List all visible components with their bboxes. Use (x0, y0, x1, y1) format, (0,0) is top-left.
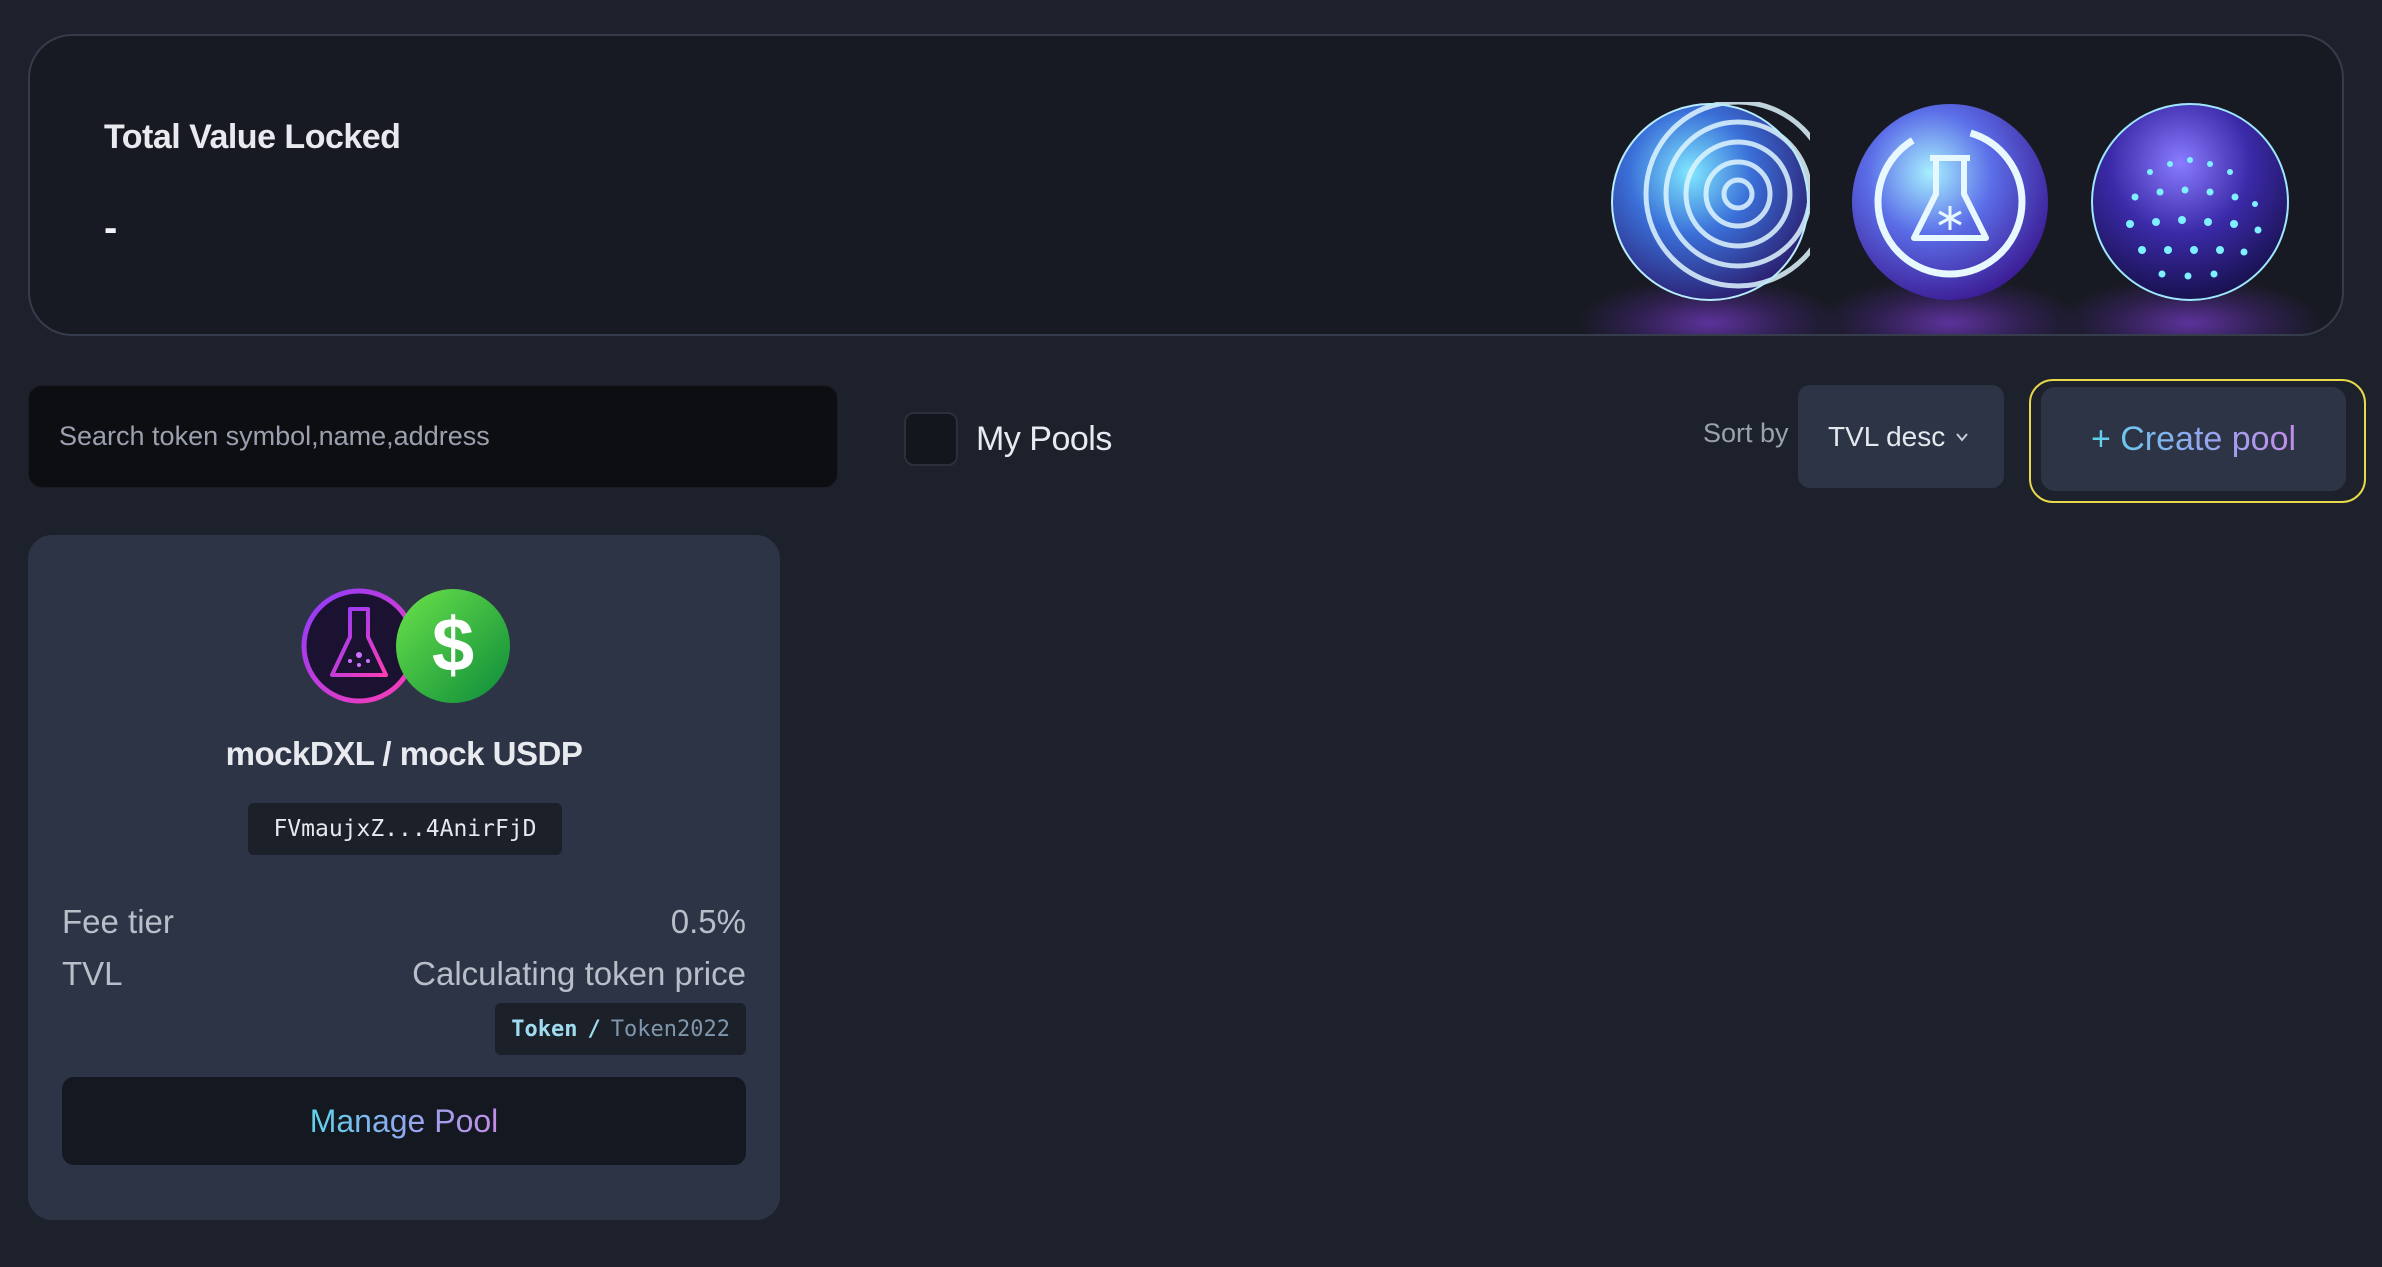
concentric-ripple-orb-icon (1580, 102, 1840, 334)
my-pools-toggle[interactable]: My Pools (904, 412, 1112, 466)
dollar-token-icon: $ (396, 589, 510, 703)
dotted-sphere-orb-icon (2060, 102, 2320, 334)
token-program-a: Token (511, 1016, 578, 1042)
tvl-banner: Total Value Locked - (28, 34, 2344, 336)
tvl-row: TVL Calculating token price (62, 955, 746, 993)
svg-text:$: $ (432, 603, 474, 688)
sort-value: TVL desc (1828, 420, 1946, 452)
chevron-down-icon (1956, 432, 1969, 442)
my-pools-checkbox[interactable] (904, 412, 958, 466)
pool-address[interactable]: FVmaujxZ...4AnirFjD (248, 803, 562, 855)
token-program-badge: Token / Token2022 (495, 1003, 746, 1055)
flask-orb-icon (1820, 102, 2080, 334)
sort-label: Sort by (1703, 418, 1789, 448)
tvl-value: - (104, 206, 118, 250)
pool-card: $ mockDXL / mock USDP FVmaujxZ...4AnirFj… (28, 535, 780, 1220)
search-input[interactable] (29, 386, 837, 487)
fee-tier-value: 0.5% (670, 903, 746, 940)
create-pool-label: + Create pool (2090, 419, 2297, 458)
pool-pair-name: mockDXL / mock USDP (225, 735, 583, 772)
tvl-value-text: Calculating token price (412, 955, 746, 992)
my-pools-label: My Pools (976, 419, 1112, 458)
pools-page: Total Value Locked - Search token symbol… (0, 0, 2382, 1267)
manage-pool-button[interactable]: Manage Pool (62, 1077, 746, 1165)
search-box (28, 385, 838, 488)
token-program-separator: / (587, 1016, 601, 1042)
fee-tier-label: Fee tier (62, 903, 174, 940)
sort-select[interactable]: TVL desc (1798, 385, 2004, 488)
tvl-label: TVL (62, 955, 123, 992)
fee-tier-row: Fee tier 0.5% (62, 903, 746, 941)
create-pool-button[interactable]: + Create pool (2041, 387, 2346, 491)
tvl-title: Total Value Locked (104, 118, 401, 156)
token-program-b: Token2022 (610, 1016, 730, 1042)
manage-pool-label: Manage Pool (309, 1102, 499, 1139)
